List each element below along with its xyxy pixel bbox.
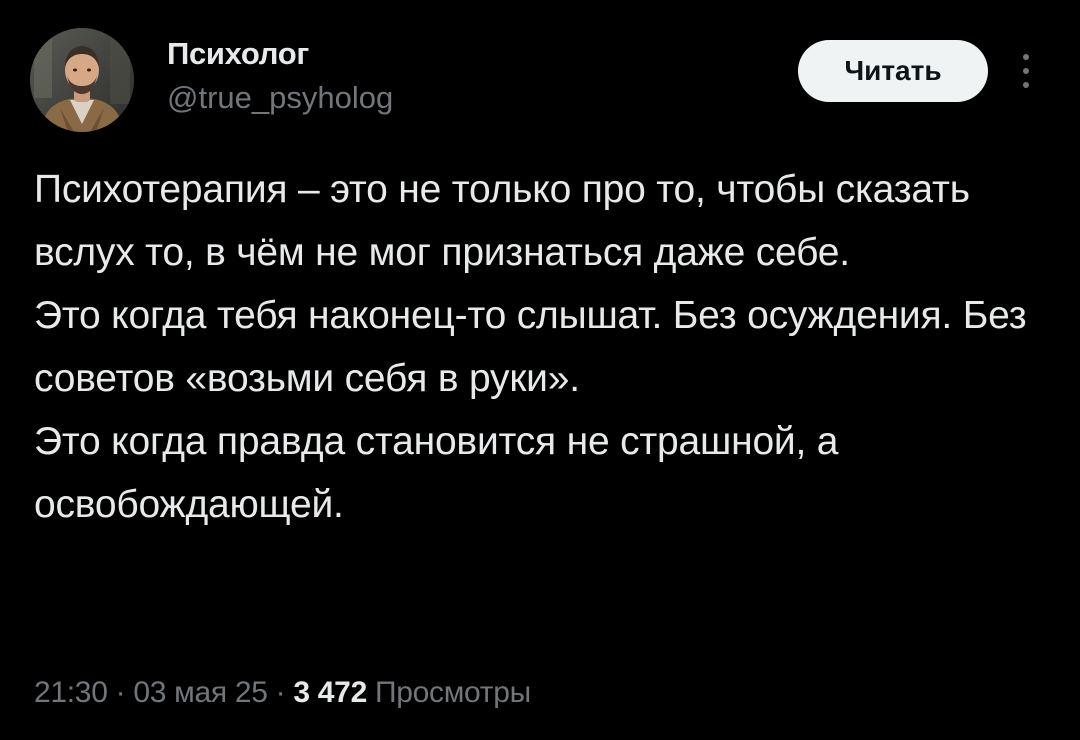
tweet-meta: 21:30 · 03 мая 25 · 3 472 Просмотры (34, 676, 531, 710)
more-vertical-icon (1023, 54, 1029, 60)
author-handle[interactable]: @true_psyholog (167, 80, 393, 116)
tweet-date[interactable]: 03 мая 25 (133, 676, 268, 709)
follow-button[interactable]: Читать (798, 40, 988, 102)
tweet-time[interactable]: 21:30 (34, 676, 108, 709)
avatar-image (30, 28, 134, 132)
tweet-text: Психотерапия – это не только про то, что… (34, 168, 1027, 526)
more-vertical-icon-dot (1023, 82, 1029, 88)
more-vertical-icon-dot (1023, 68, 1029, 74)
meta-separator: · (107, 676, 134, 709)
author-name[interactable]: Психолог (167, 36, 309, 72)
tweet-header: Психолог @true_psyholog Читать (30, 28, 1060, 138)
more-options-button[interactable] (1014, 48, 1038, 94)
views-count: 3 472 (293, 676, 367, 709)
avatar[interactable] (30, 28, 134, 132)
views-label: Просмотры (375, 676, 531, 709)
meta-separator: · (267, 676, 294, 709)
